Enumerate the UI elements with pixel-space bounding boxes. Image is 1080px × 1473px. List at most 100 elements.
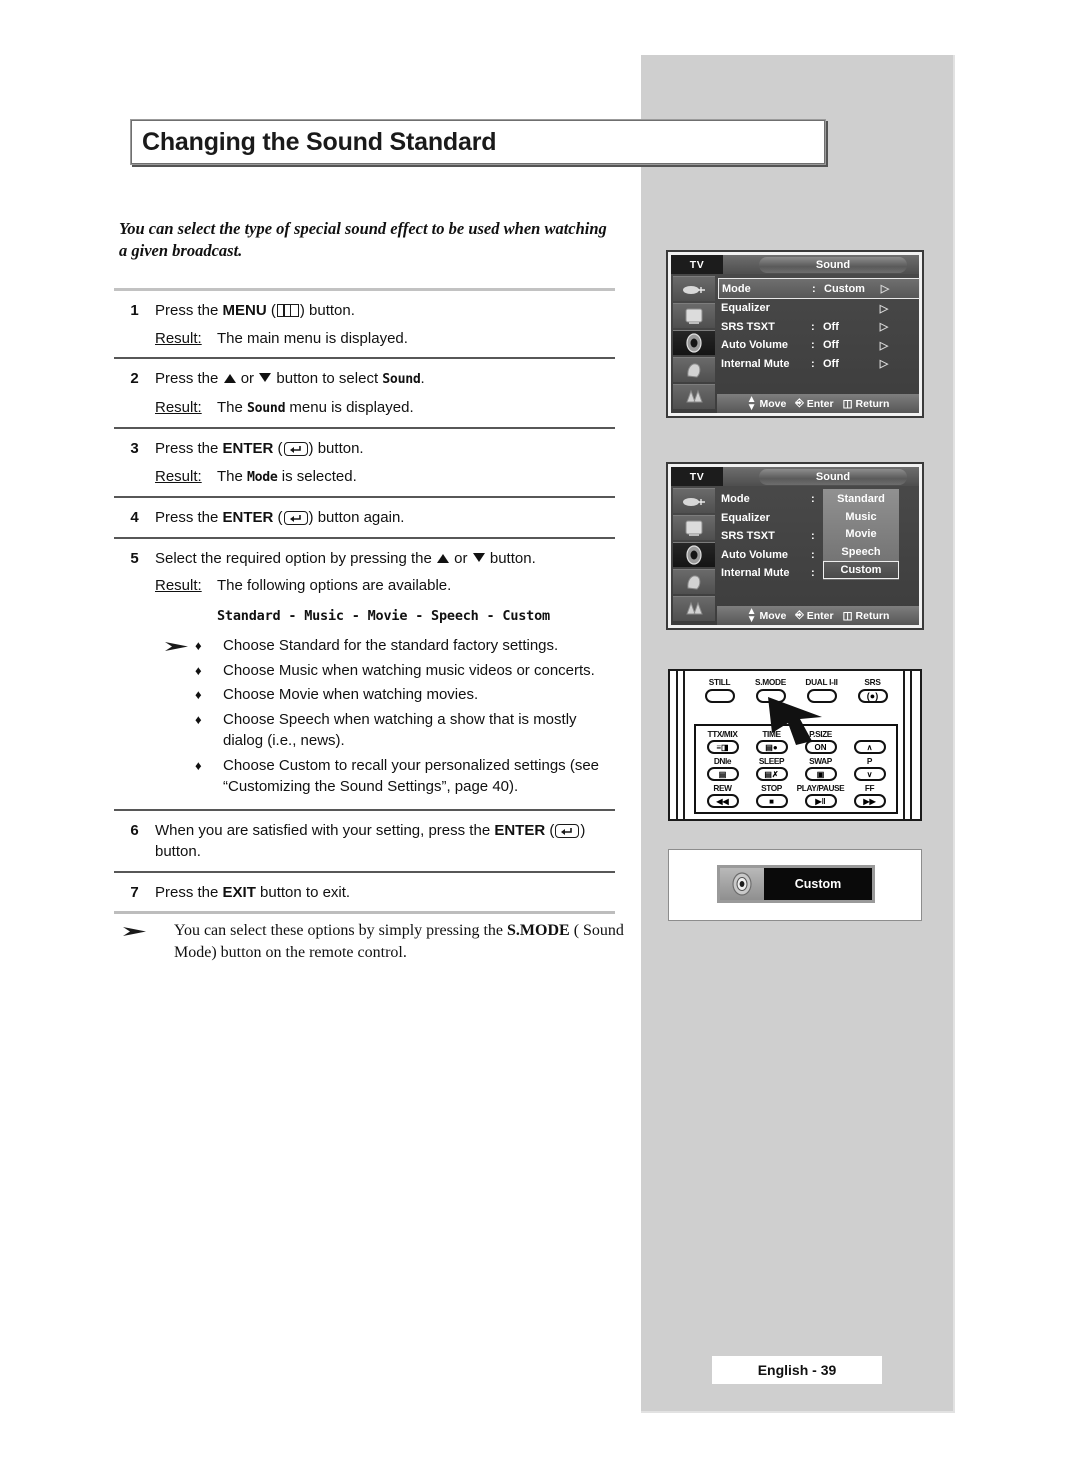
row-label: Mode (722, 282, 751, 295)
step-number: 5 (130, 549, 139, 567)
note-text: You can select these options by simply p… (174, 920, 624, 963)
enter-keyword: ENTER (494, 821, 546, 839)
key-glyph-icon: ▣ (804, 767, 837, 781)
step-1: 1 Press the MENU () button. Result: The … (114, 291, 615, 357)
step-text: Press the EXIT button to exit. (155, 882, 615, 904)
chevron-right-icon: ▷ (879, 339, 889, 352)
remote-key-dnie[interactable]: DNIe ▤ (698, 756, 747, 783)
tv-screen: TV Sound (671, 467, 919, 625)
remote-key-sleep[interactable]: SLEEP ▤✗ (747, 756, 796, 783)
setup-icon[interactable] (673, 357, 715, 382)
bullet-dot-cell: ♦ (195, 684, 223, 706)
remote-key-ttxmix[interactable]: TTX/MIX ≡◨ (698, 729, 747, 756)
key-glyph-icon: ∧ (853, 740, 886, 754)
step-number: 6 (130, 821, 139, 839)
diamond-bullet-icon: ♦ (195, 662, 202, 678)
key-label: DNIe (713, 756, 732, 766)
result-text: The main menu is displayed. (217, 329, 408, 347)
enter-key-icon: ⎆ (795, 609, 804, 621)
key-glyph-icon: ▤ (706, 767, 739, 781)
row-colon: : (811, 493, 815, 506)
note-arrow-cell (155, 635, 195, 657)
result-row: Result: The main menu is displayed. (155, 328, 615, 350)
key-label: DUAL I-II (805, 677, 838, 687)
list-item: ♦ Choose Standard for the standard facto… (155, 635, 615, 657)
row-label: SRS TSXT (721, 530, 775, 543)
tv-menu-title: Sound (759, 256, 907, 273)
remote-key-swap[interactable]: SWAP ▣ (796, 756, 845, 783)
setup-icon[interactable] (673, 569, 715, 594)
input-icon[interactable] (673, 276, 715, 301)
key-glyph-icon: ▤✗ (755, 767, 788, 781)
step-4-pre: Press the (155, 509, 223, 526)
remote-key-still[interactable]: STILL (694, 677, 745, 703)
updown-arrow-icon: ▲ ▼ (746, 393, 757, 413)
key-glyph-icon: ◀◀ (706, 794, 739, 808)
diamond-bullet-icon: ♦ (195, 757, 202, 773)
remote-key-stop[interactable]: STOP ■ (747, 783, 796, 810)
row-colon: : (811, 567, 815, 580)
pc-icon[interactable] (673, 384, 715, 409)
remote-edge-right (910, 671, 912, 819)
diamond-bullet-icon: ♦ (195, 638, 202, 653)
key-label: TTX/MIX (707, 729, 738, 739)
result-label: Result: (155, 467, 202, 485)
option-standard[interactable]: Standard (823, 490, 899, 508)
sound-icon[interactable] (673, 330, 715, 355)
option-music[interactable]: Music (823, 508, 899, 526)
remote-key-channel-down[interactable]: P ∨ (845, 756, 894, 783)
result-text: The Sound menu is displayed. (217, 397, 414, 420)
key-label (845, 729, 894, 740)
table-row[interactable]: Auto Volume : Off ▷ (721, 336, 915, 355)
picture-icon[interactable] (673, 303, 715, 328)
step-5-post: button. (485, 549, 536, 567)
tv-source-tag: TV (671, 255, 723, 274)
result-row: Result: The Mode is selected. (155, 466, 615, 489)
down-arrow-icon (472, 552, 485, 562)
menu-key-icon: ◫ (842, 609, 853, 622)
table-row[interactable]: Mode : Custom ▷ (718, 278, 920, 299)
remote-key-rew[interactable]: REW ◀◀ (698, 783, 747, 810)
step-7: 7 Press the EXIT button to exit. (114, 873, 615, 912)
step-3-pre: Press the (155, 440, 223, 457)
osd-bar: Custom (717, 865, 875, 903)
row-colon: : (811, 339, 815, 352)
remote-key-srs[interactable]: SRS (●) (847, 677, 898, 703)
step-number: 3 (130, 440, 139, 457)
table-row[interactable]: Equalizer ▷ (721, 299, 915, 318)
pc-icon[interactable] (673, 596, 715, 621)
menu-key-icon: ◫ (842, 397, 853, 410)
remote-key-psize[interactable]: P.SIZE ON (796, 729, 845, 756)
bullet-text: Choose Standard for the standard factory… (223, 637, 559, 654)
table-row[interactable]: SRS TSXT : Off ▷ (721, 318, 915, 337)
key-label: FF (864, 783, 875, 793)
remote-key-ff[interactable]: FF ▶▶ (845, 783, 894, 810)
up-arrow-icon (437, 553, 450, 563)
picture-icon[interactable] (673, 515, 715, 540)
menu-icon (276, 304, 299, 317)
option-custom[interactable]: Custom (823, 561, 899, 579)
table-row[interactable]: Internal Mute : Off ▷ (721, 355, 915, 374)
input-icon[interactable] (673, 488, 715, 513)
updown-arrow-icon: ▲ ▼ (746, 605, 757, 625)
steps-table: 1 Press the MENU () button. Result: The … (114, 288, 615, 914)
key-label: PLAY/PAUSE (796, 783, 845, 793)
bullet-list: ♦ Choose Standard for the standard facto… (155, 635, 615, 798)
remote-key-playpause[interactable]: PLAY/PAUSE ▶‖ (796, 783, 845, 810)
remote-edge-left-2 (683, 671, 685, 819)
option-speech[interactable]: Speech (823, 543, 899, 561)
chevron-right-icon: ▷ (880, 283, 890, 295)
step-4-post: button again. (313, 509, 405, 526)
key-glyph-icon: ▶▶ (853, 794, 886, 808)
row-value: Off (823, 357, 839, 370)
option-movie[interactable]: Movie (823, 526, 899, 544)
remote-key-channel-up[interactable]: ∧ (845, 729, 894, 756)
key-glyph-icon: ≡◨ (706, 740, 739, 754)
row-colon: : (811, 357, 815, 370)
sound-icon[interactable] (673, 542, 715, 567)
key-label: P.SIZE (809, 729, 832, 739)
footer-text: English - 39 (757, 1362, 837, 1378)
remote-key-time[interactable]: TIME ▤● (747, 729, 796, 756)
